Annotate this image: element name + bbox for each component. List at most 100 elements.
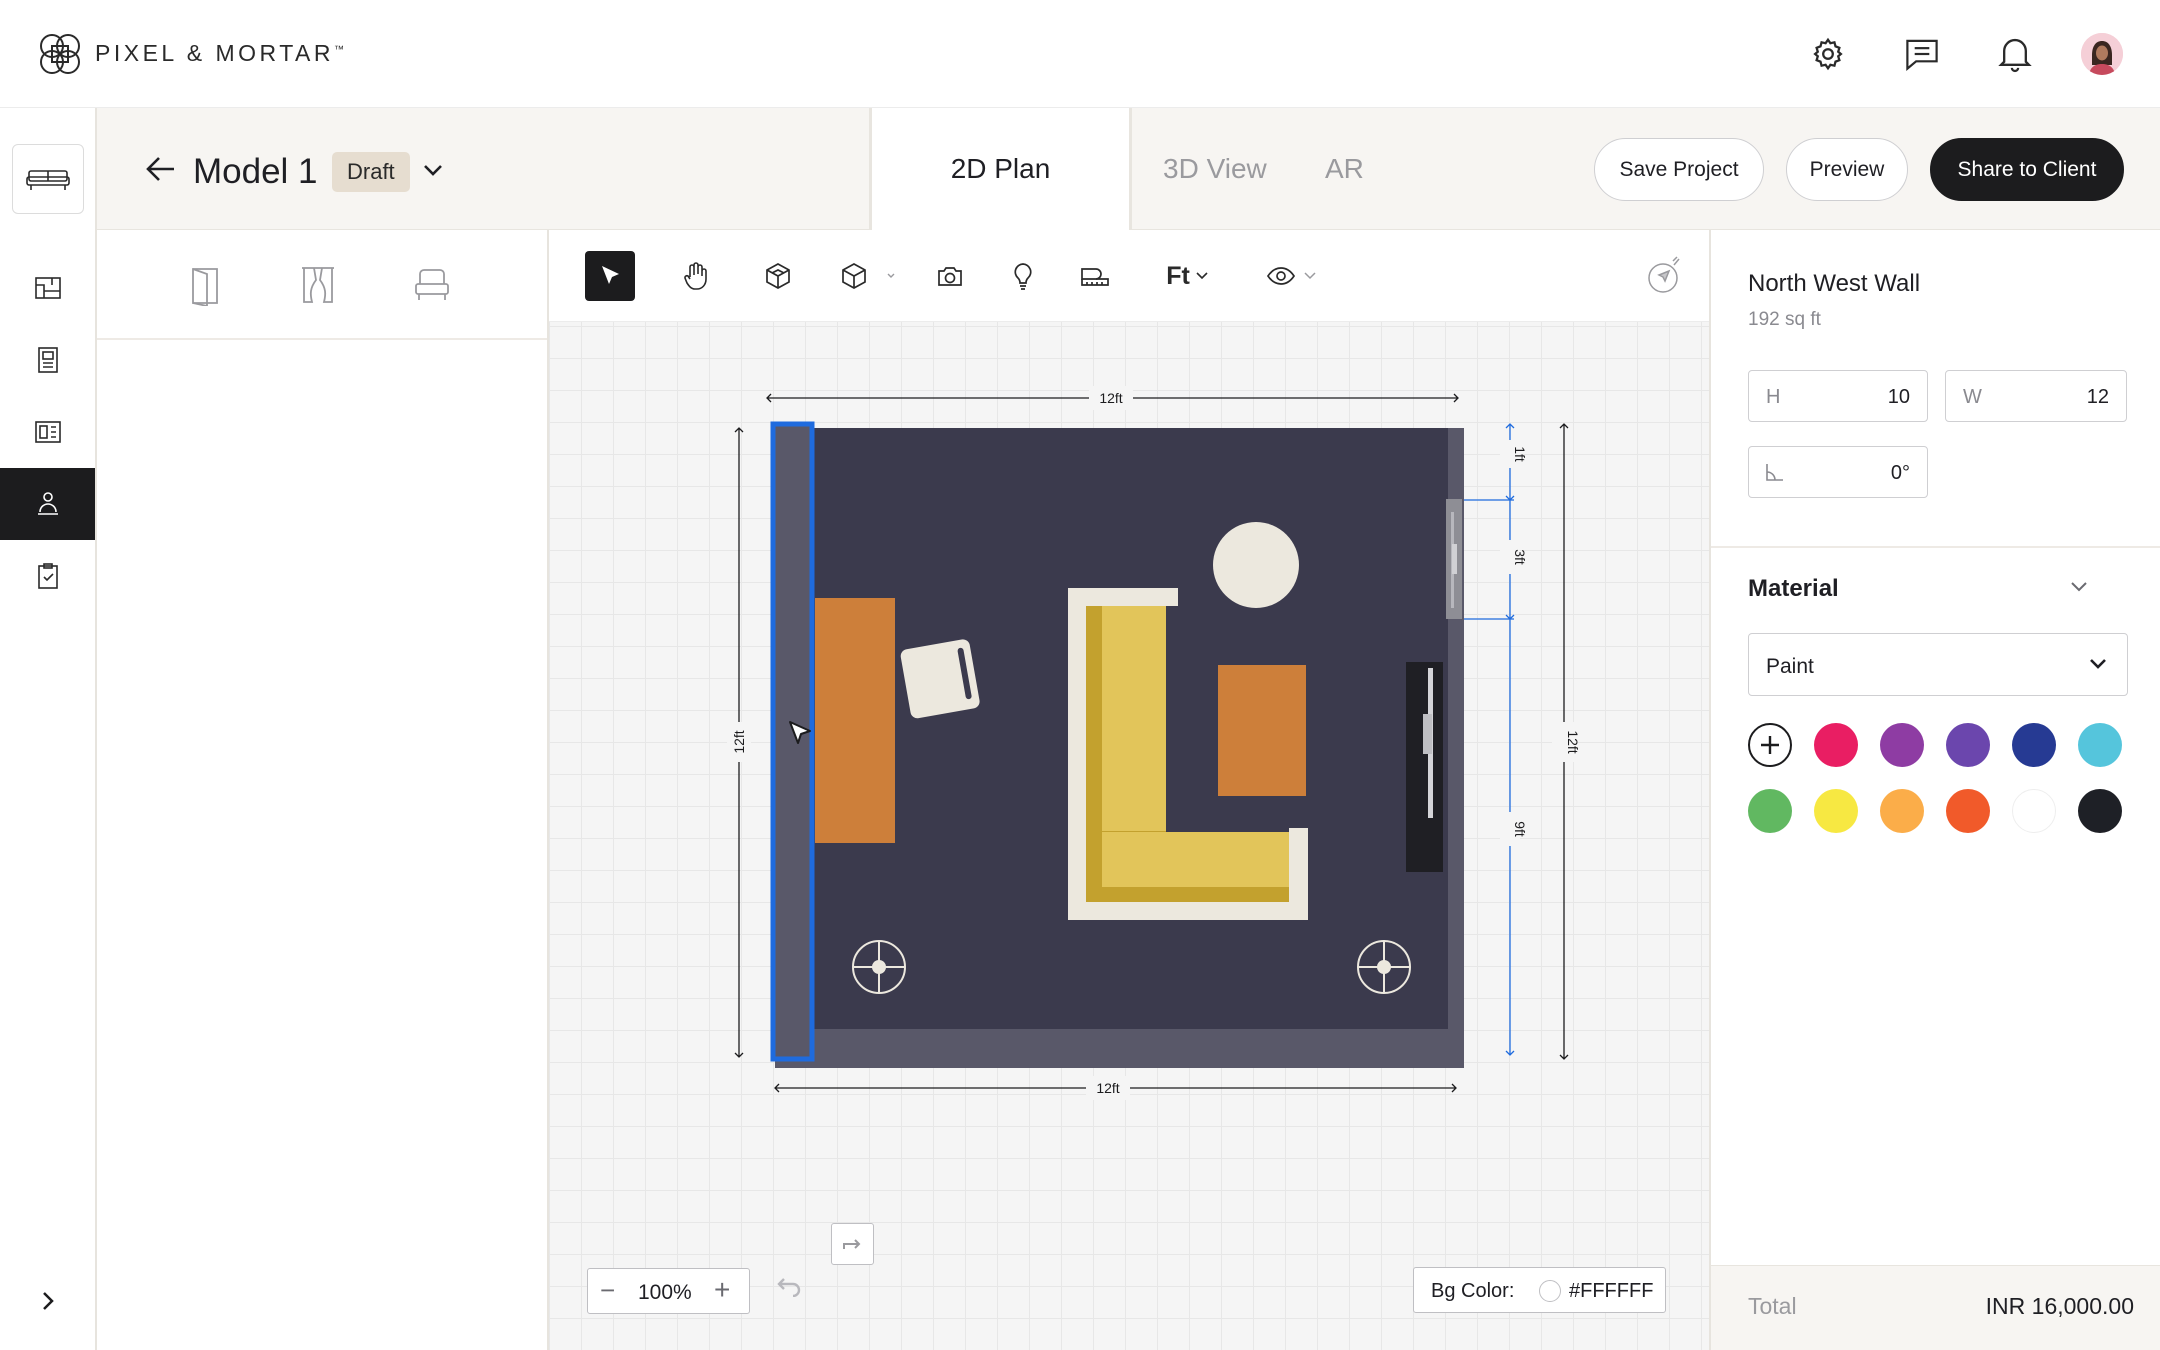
plan-canvas[interactable]: Ft 12ft 12ft 12ft 12ft 1ft 3ft 9ft − 100… (549, 230, 1709, 1350)
dimension-window: 3ft (1512, 549, 1528, 565)
color-swatch[interactable] (1946, 723, 1990, 767)
chair (900, 639, 980, 719)
chevron-down-icon (1304, 272, 1316, 280)
dimension-right: 12ft (1565, 730, 1581, 753)
share-to-client-button[interactable]: Share to Client (1930, 138, 2124, 201)
tab-ar[interactable]: AR (1325, 108, 1364, 230)
color-swatch[interactable] (2012, 723, 2056, 767)
width-value: 12 (2086, 386, 2109, 408)
chevron-down-icon[interactable] (422, 162, 444, 178)
floor-plan[interactable]: 12ft 12ft 12ft 12ft 1ft 3ft 9ft (549, 322, 1709, 1350)
wall-icon[interactable] (753, 251, 803, 301)
divider (1711, 546, 2160, 548)
material-type-value: Paint (1766, 655, 1814, 678)
select-icon[interactable] (585, 251, 635, 301)
zoom-control: − 100% + (587, 1268, 750, 1314)
avatar[interactable] (2081, 33, 2123, 75)
tv-unit (1406, 662, 1443, 872)
brand-name: PIXEL & MORTAR™ (95, 40, 345, 66)
preview-button[interactable]: Preview (1786, 138, 1908, 201)
logo-icon (34, 28, 86, 80)
properties-panel: North West Wall 192 sq ft H 10 W 12 0° M… (1709, 230, 2160, 1350)
camera-icon[interactable] (925, 251, 975, 301)
bulb-icon[interactable] (998, 251, 1048, 301)
angle-value: 0° (1890, 462, 1910, 484)
save-project-button[interactable]: Save Project (1594, 138, 1764, 201)
cube-icon[interactable] (833, 251, 905, 301)
add-color-button[interactable] (1748, 723, 1792, 767)
tab-2d-plan[interactable]: 2D Plan (869, 108, 1132, 230)
color-swatch[interactable] (2078, 723, 2122, 767)
door-icon[interactable] (190, 266, 220, 306)
chevron-right-icon[interactable] (0, 1270, 95, 1332)
redo-icon[interactable] (831, 1223, 874, 1265)
chevron-down-icon (2088, 657, 2108, 671)
measure-icon[interactable] (1069, 251, 1121, 301)
eye-icon[interactable] (1261, 251, 1321, 301)
width-field[interactable]: W 12 (1945, 370, 2127, 422)
color-swatch[interactable] (2078, 789, 2122, 833)
zoom-out-button[interactable]: − (600, 1275, 615, 1306)
tab-3d-view[interactable]: 3D View (1163, 108, 1267, 230)
dimension-left: 12ft (731, 730, 747, 753)
plan-toolbar: Ft (549, 230, 1709, 322)
bg-color-value: #FFFFFF (1569, 1280, 1654, 1302)
chevron-down-icon (1196, 272, 1208, 280)
top-bar: PIXEL & MORTAR™ (0, 0, 2160, 108)
color-swatch[interactable] (2012, 789, 2056, 833)
chevron-down-icon[interactable] (2069, 580, 2089, 594)
element-name: North West Wall (1748, 270, 1921, 297)
height-label: H (1766, 386, 1781, 408)
chat-icon[interactable] (1898, 30, 1946, 78)
catalog-icon[interactable] (0, 324, 95, 396)
designer-icon[interactable] (0, 468, 95, 540)
color-swatch[interactable] (1814, 723, 1858, 767)
pan-icon[interactable] (671, 251, 721, 301)
coffee-table (1218, 665, 1306, 796)
curtain-icon[interactable] (300, 265, 336, 305)
armchair-icon[interactable] (413, 266, 451, 304)
dimension-top: 12ft (1099, 390, 1122, 406)
element-area: 192 sq ft (1748, 309, 1821, 330)
unit-select[interactable]: Ft (1157, 251, 1217, 301)
total-bar: Total INR 16,000.00 (1711, 1265, 2160, 1350)
undo-icon[interactable] (775, 1277, 803, 1297)
angle-field[interactable]: 0° (1748, 446, 1928, 498)
height-field[interactable]: H 10 (1748, 370, 1928, 422)
unit-label: Ft (1166, 261, 1190, 290)
library-panel (97, 230, 549, 1350)
floorplan-icon[interactable] (0, 252, 95, 324)
color-swatch[interactable] (1946, 789, 1990, 833)
width-label: W (1963, 386, 1982, 408)
color-swatch[interactable] (1814, 789, 1858, 833)
color-swatch[interactable] (1880, 723, 1924, 767)
total-label: Total (1748, 1293, 1797, 1319)
material-title: Material (1748, 575, 1839, 602)
page-title: Model 1 (193, 152, 318, 191)
zoom-in-button[interactable]: + (714, 1274, 730, 1306)
material-type-select[interactable]: Paint (1748, 633, 2128, 696)
bg-color-label: Bg Color: (1431, 1280, 1515, 1302)
dimension-window-top: 1ft (1512, 446, 1528, 462)
angle-icon (1764, 461, 1786, 483)
dimension-bottom: 12ft (1096, 1080, 1119, 1096)
color-swatch[interactable] (1880, 789, 1924, 833)
status-badge: Draft (332, 152, 410, 192)
left-rail (0, 108, 97, 1350)
bell-icon[interactable] (1991, 30, 2039, 78)
compass-icon[interactable] (1640, 251, 1690, 301)
arrow-left-icon[interactable] (145, 154, 177, 184)
round-side-table (1213, 522, 1299, 608)
project-header: Model 1 Draft 2D Plan 3D View AR Save Pr… (97, 108, 2160, 230)
console-table (815, 598, 895, 843)
checklist-icon[interactable] (0, 540, 95, 612)
layout-icon[interactable] (0, 396, 95, 468)
gear-icon[interactable] (1804, 30, 1852, 78)
bg-color-picker[interactable]: Bg Color: #FFFFFF (1413, 1267, 1666, 1313)
sofa-icon[interactable] (12, 144, 84, 214)
height-value: 10 (1887, 386, 1910, 408)
zoom-level: 100% (638, 1281, 692, 1304)
color-swatch[interactable] (1748, 789, 1792, 833)
selected-wall-north-west (770, 421, 815, 1062)
library-tabs (97, 230, 547, 340)
